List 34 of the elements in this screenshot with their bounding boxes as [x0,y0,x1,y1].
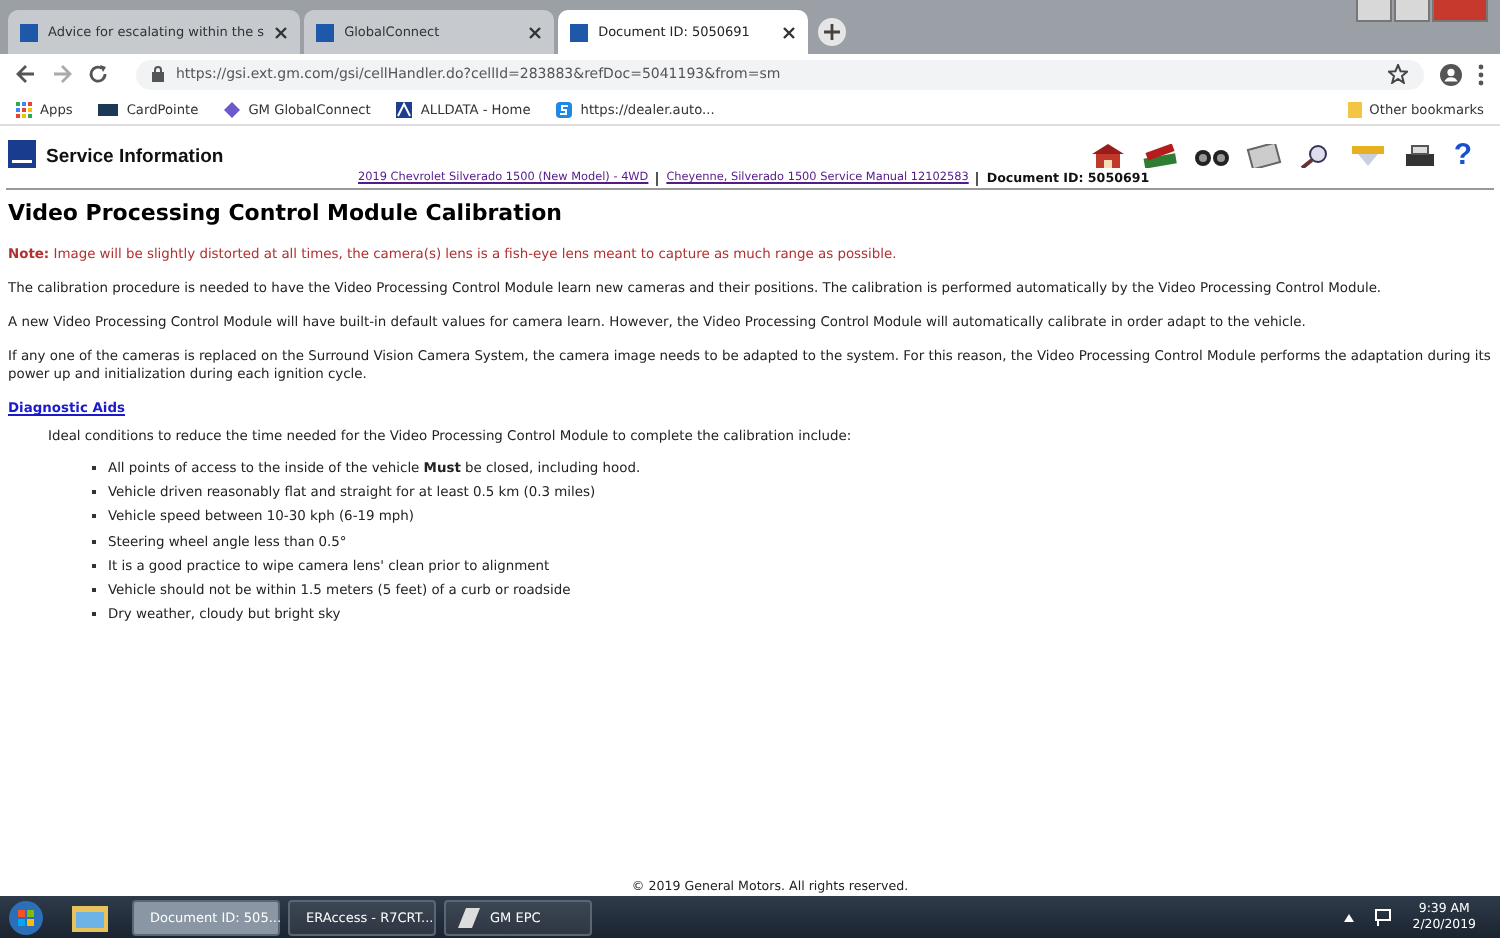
page-icon [20,23,38,41]
diamond-icon [224,101,241,117]
site-title: Service Information [46,146,224,168]
close-icon[interactable] [274,25,289,39]
house-icon[interactable] [1089,144,1126,168]
menu-icon[interactable] [1478,63,1484,85]
maximize-button[interactable] [1394,0,1430,22]
page-icon [570,23,589,41]
tray-arrow-icon[interactable] [1344,913,1355,921]
flag-icon[interactable] [1374,908,1393,926]
card-icon [98,103,119,115]
minimize-button[interactable] [1356,0,1392,22]
lock-icon [152,66,164,82]
app-logo-icon [454,903,482,931]
new-tab-button[interactable] [818,18,847,46]
folder-icon[interactable] [72,903,108,931]
help-icon[interactable]: ? [1453,144,1472,168]
site-logo-icon [396,101,413,117]
binoculars-icon[interactable] [1193,144,1230,168]
reload-icon[interactable] [88,64,108,84]
folder-icon [1347,101,1362,117]
app-logo-icon [556,101,573,117]
star-icon[interactable] [1388,64,1408,84]
close-icon[interactable] [782,25,797,39]
logo-icon [8,140,36,168]
page-icon [316,23,335,41]
books-icon[interactable] [1141,144,1178,168]
document-title: Video Processing Control Module Calibration [8,200,564,226]
start-button[interactable] [8,899,44,935]
back-icon[interactable] [16,64,36,84]
close-icon[interactable] [528,25,543,39]
profile-icon[interactable] [1440,63,1462,85]
printer-icon[interactable] [1401,144,1438,168]
apps-grid-icon [16,101,32,117]
